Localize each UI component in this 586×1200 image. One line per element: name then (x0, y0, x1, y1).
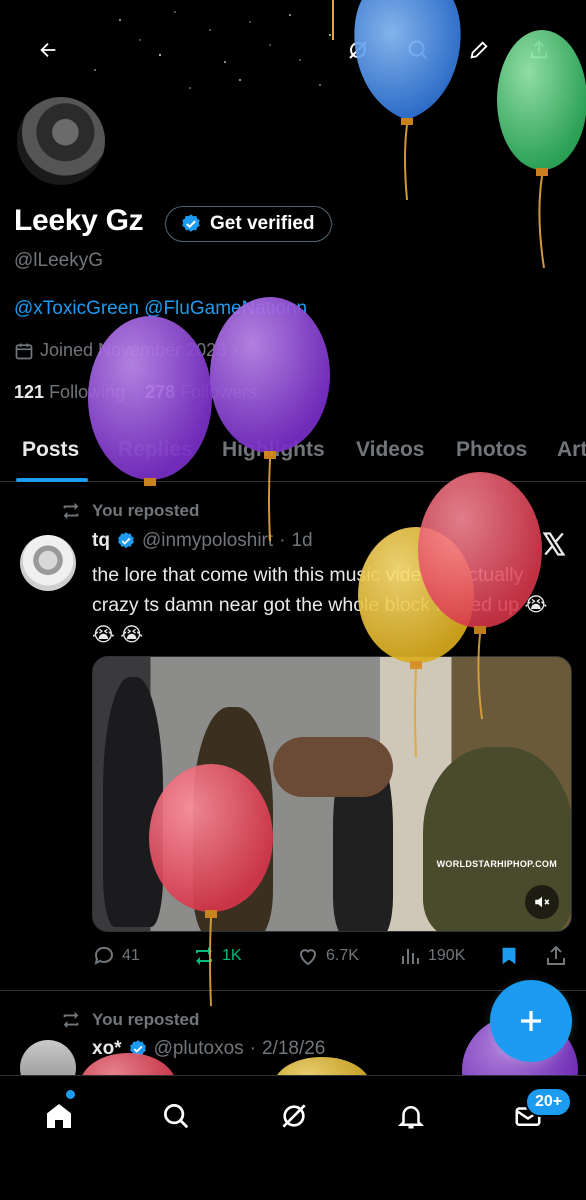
views-chart-icon (402, 949, 419, 964)
back-button[interactable] (30, 32, 66, 68)
share-button[interactable] (544, 944, 568, 968)
post-author-avatar[interactable] (20, 535, 76, 591)
active-tab-indicator (16, 478, 88, 482)
like-button[interactable]: 6.7K (296, 944, 359, 968)
repost-indicator: You reposted (60, 1009, 199, 1031)
video-watermark: WORLDSTARHIPHOP.COM (436, 859, 557, 869)
tab-posts[interactable]: Posts (22, 438, 79, 462)
repost-icon (196, 947, 212, 965)
post-header: tq @inmypoloshirt · 1d (92, 530, 313, 552)
compose-post-button[interactable] (490, 980, 572, 1062)
like-count: 6.7K (326, 947, 359, 964)
following-count: 121 (14, 382, 45, 402)
bottom-navigation (0, 1075, 586, 1200)
bell-icon (397, 1106, 425, 1129)
profile-handle: @lLeekyG (14, 250, 103, 271)
heart-icon (299, 949, 317, 966)
following-link[interactable]: 121 Following (14, 382, 125, 402)
nav-search[interactable] (154, 1094, 198, 1138)
home-notification-dot (66, 1090, 75, 1099)
post-author-name[interactable]: xo* (92, 1038, 122, 1060)
profile-name: Leeky Gz (14, 204, 144, 237)
repost-count: 1K (222, 947, 242, 964)
arrow-left-icon (40, 42, 56, 58)
post-author-name[interactable]: tq (92, 530, 110, 552)
joined-date: Joined November 2023 › (14, 340, 238, 361)
reply-icon (94, 946, 113, 965)
x-logo-button[interactable] (540, 530, 568, 563)
post-video[interactable]: WORLDSTARHIPHOP.COM (92, 656, 572, 932)
post-time[interactable]: 2/18/26 (262, 1038, 325, 1060)
repost-indicator: You reposted (60, 500, 199, 522)
pencil-icon (470, 41, 488, 59)
plus-icon (521, 1011, 541, 1031)
follow-counts: 121 Following 278 Followers (14, 382, 257, 403)
followers-count: 278 (145, 382, 176, 402)
tab-highlights[interactable]: Highlights (222, 438, 325, 462)
video-person (103, 677, 163, 927)
joined-label: Joined November 2023 (40, 340, 227, 360)
repost-label: You reposted (92, 501, 200, 520)
tab-articles[interactable]: Art (557, 438, 586, 462)
messages-badge: 20+ (525, 1087, 573, 1117)
nav-grok[interactable] (272, 1094, 316, 1138)
balloon-purple (210, 297, 330, 542)
chevron-right-icon: › (232, 340, 239, 360)
separator-dot: · (249, 1038, 256, 1059)
tab-replies[interactable]: Replies (118, 438, 193, 462)
get-verified-label: Get verified (210, 213, 315, 234)
get-verified-button[interactable]: Get verified (165, 206, 332, 242)
following-label: Following (49, 382, 126, 402)
calendar-icon (15, 343, 33, 359)
post-divider (0, 990, 586, 991)
video-fist (273, 737, 393, 797)
search-icon (164, 1104, 189, 1129)
view-count: 190K (428, 947, 466, 964)
verified-badge-icon (129, 1040, 146, 1057)
grok-button[interactable] (340, 32, 376, 68)
home-icon (47, 1104, 71, 1128)
post-author-handle[interactable]: @inmypoloshirt (142, 530, 273, 552)
mute-button[interactable] (525, 885, 559, 919)
search-icon (408, 40, 428, 60)
verified-badge-icon (118, 532, 134, 549)
repost-icon (63, 502, 79, 520)
verified-badge-icon (182, 214, 200, 232)
search-button[interactable] (400, 32, 436, 68)
video-person (193, 707, 273, 931)
reply-button[interactable]: 41 (92, 944, 140, 968)
bookmark-icon (502, 947, 516, 965)
share-icon (530, 40, 548, 59)
muted-speaker-icon (535, 896, 550, 908)
reply-count: 41 (122, 947, 140, 964)
followers-label: Followers (180, 382, 258, 402)
repost-icon (63, 1011, 79, 1029)
profile-header (0, 0, 586, 95)
views-button[interactable]: 190K (398, 944, 465, 968)
grok-icon (349, 41, 367, 59)
profile-bio-mentions[interactable]: @xToxicGreen @FluGameNationn (14, 298, 307, 320)
followers-link[interactable]: 278 Followers (145, 382, 257, 402)
tab-photos[interactable]: Photos (456, 438, 527, 462)
share-icon (547, 945, 565, 965)
post-time[interactable]: 1d (291, 530, 312, 552)
profile-avatar[interactable] (14, 94, 108, 188)
edit-button[interactable] (461, 32, 497, 68)
nav-notifications[interactable] (389, 1094, 433, 1138)
post-text: the lore that come with this music video… (92, 564, 548, 646)
stars-background (94, 11, 332, 89)
x-logo-icon (542, 532, 566, 556)
repost-button[interactable]: 1K (192, 944, 242, 968)
separator-dot: · (279, 530, 286, 551)
tab-videos[interactable]: Videos (356, 438, 424, 462)
repost-label: You reposted (92, 1010, 200, 1029)
profile-tabs: Posts Replies Highlights Videos Photos A… (0, 428, 586, 482)
bookmark-button[interactable] (498, 944, 520, 968)
post-author-handle[interactable]: @plutoxos (154, 1038, 244, 1060)
share-profile-button[interactable] (521, 32, 557, 68)
nav-home[interactable] (37, 1094, 81, 1138)
grok-icon (282, 1104, 306, 1128)
post-header: xo* @plutoxos · 2/18/26 (92, 1038, 325, 1060)
